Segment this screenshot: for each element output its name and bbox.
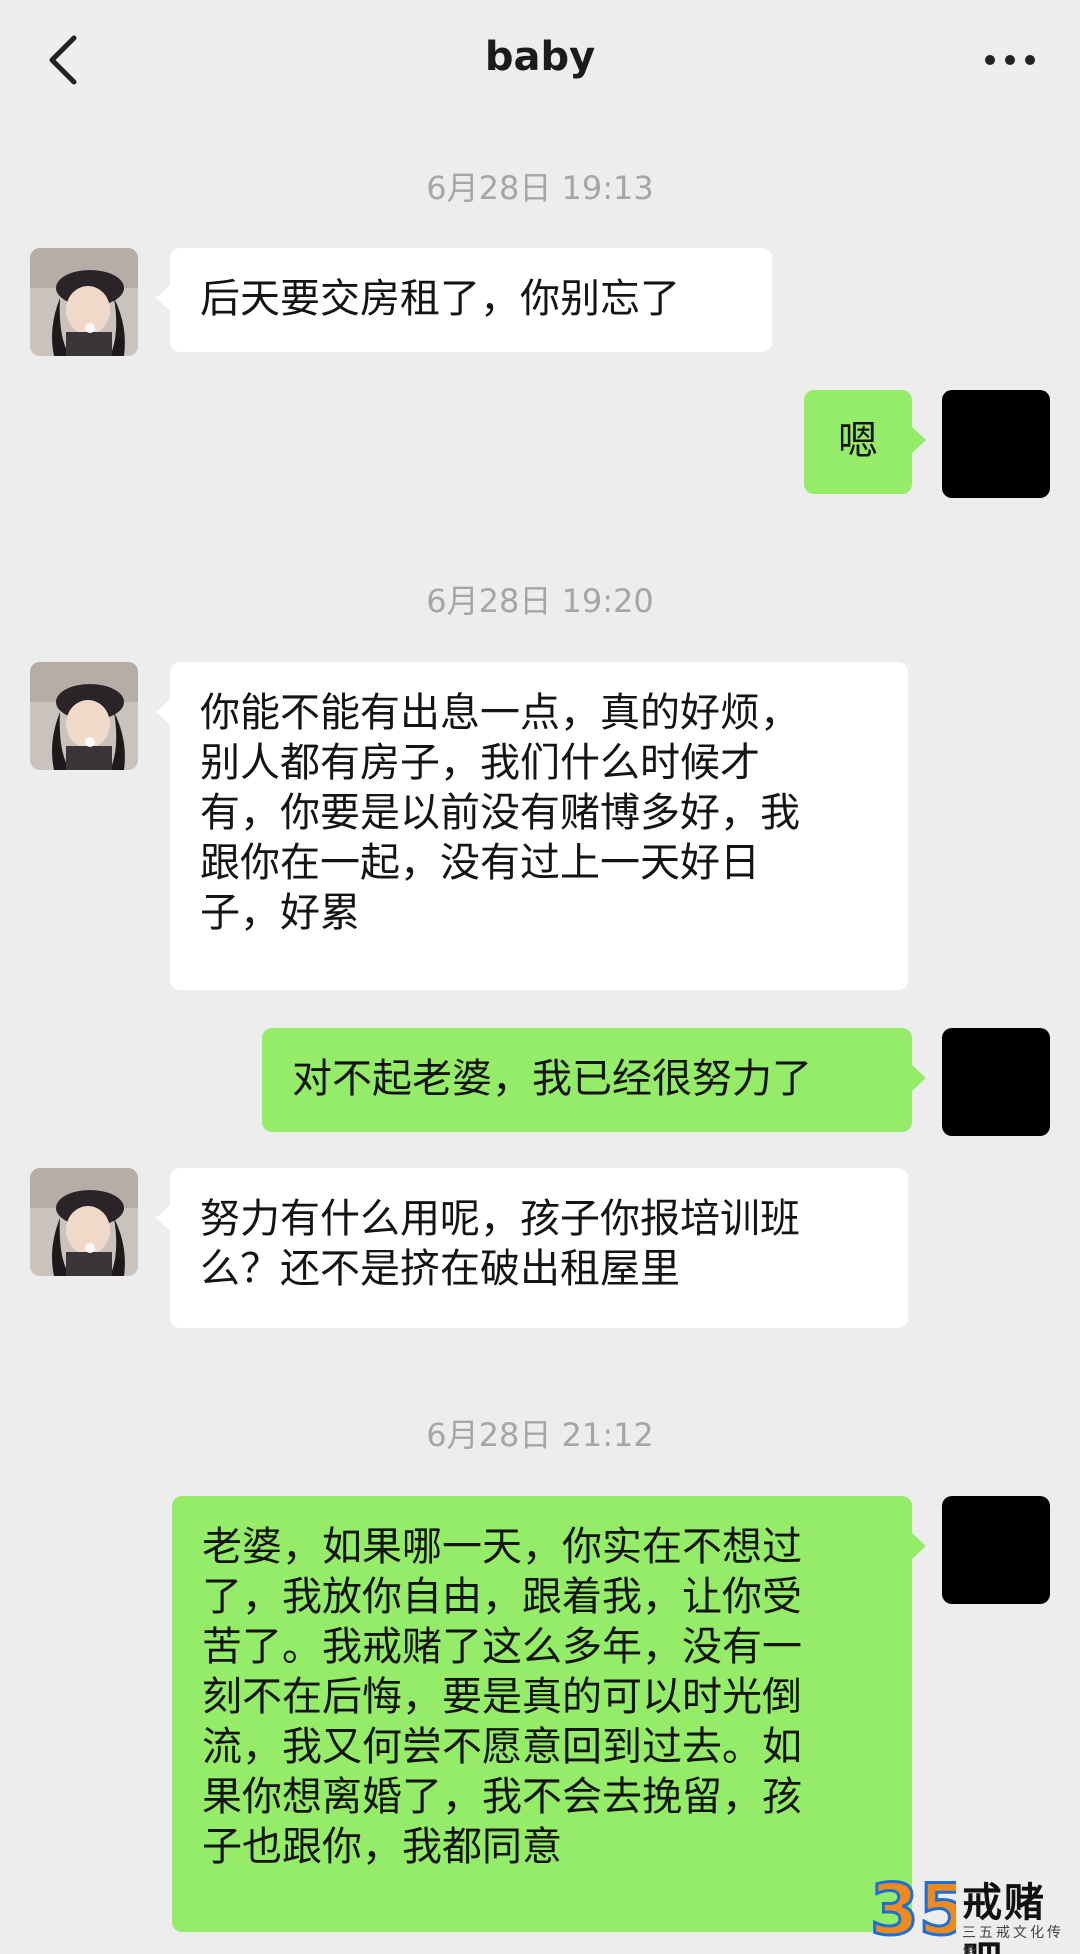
message-line: 跟你在一起，没有过上一天好日 xyxy=(200,840,760,886)
more-options-icon[interactable] xyxy=(980,40,1040,80)
my-avatar[interactable] xyxy=(942,1028,1050,1136)
message-line: 子也跟你，我都同意 xyxy=(202,1824,562,1870)
message-line: 了，我放你自由，跟着我，让你受 xyxy=(202,1574,802,1620)
watermark-subtitle: 三五戒文化传承 xyxy=(962,1925,1064,1954)
watermark-logo: 35 戒赌吧 三五戒文化传承 xyxy=(870,1868,1080,1954)
message-line: 流，我又何尝不愿意回到过去。如 xyxy=(202,1724,802,1770)
message-line: 苦了。我戒赌了这么多年，没有一 xyxy=(202,1624,802,1670)
message-line: 对不起老婆，我已经很努力了 xyxy=(292,1056,812,1102)
chat-header: baby xyxy=(0,0,1080,130)
outgoing-message[interactable]: 对不起老婆，我已经很努力了 xyxy=(262,1028,926,1132)
message-line: 刻不在后悔，要是真的可以时光倒 xyxy=(202,1674,802,1720)
contact-avatar[interactable] xyxy=(30,1168,138,1276)
chat-title: baby xyxy=(484,34,596,80)
message-line: 你能不能有出息一点，真的好烦， xyxy=(200,690,800,736)
message-line: 后天要交房租了，你别忘了 xyxy=(200,276,680,322)
timestamp: 6月28日 19:13 xyxy=(426,169,654,207)
message-line: 果你想离婚了，我不会去挽留，孩 xyxy=(202,1774,802,1820)
incoming-message[interactable]: 你能不能有出息一点，真的好烦， 别人都有房子，我们什么时候才 有，你要是以前没有… xyxy=(156,662,908,990)
svg-text:35: 35 xyxy=(870,1869,956,1948)
incoming-message[interactable]: 努力有什么用呢，孩子你报培训班 么？还不是挤在破出租屋里 xyxy=(156,1168,908,1328)
my-avatar[interactable] xyxy=(942,1496,1050,1604)
message-line: 老婆，如果哪一天，你实在不想过 xyxy=(202,1524,802,1570)
message-line: 有，你要是以前没有赌博多好，我 xyxy=(200,790,800,836)
my-avatar[interactable] xyxy=(942,390,1050,498)
watermark-number-35: 35 xyxy=(870,1868,956,1948)
outgoing-message[interactable]: 老婆，如果哪一天，你实在不想过 了，我放你自由，跟着我，让你受 苦了。我戒赌了这… xyxy=(172,1496,926,1932)
message-line: 子，好累 xyxy=(200,890,360,936)
contact-avatar[interactable] xyxy=(30,662,138,770)
incoming-message[interactable]: 后天要交房租了，你别忘了 xyxy=(156,248,772,352)
contact-avatar[interactable] xyxy=(30,248,138,356)
message-line: 么？还不是挤在破出租屋里 xyxy=(200,1246,680,1292)
message-line: 努力有什么用呢，孩子你报培训班 xyxy=(200,1196,800,1242)
outgoing-message[interactable]: 嗯 xyxy=(804,390,926,494)
message-line: 别人都有房子，我们什么时候才 xyxy=(200,740,760,786)
timestamp: 6月28日 19:20 xyxy=(426,582,654,620)
message-line: 嗯 xyxy=(838,418,878,464)
timestamp: 6月28日 21:12 xyxy=(426,1416,654,1454)
